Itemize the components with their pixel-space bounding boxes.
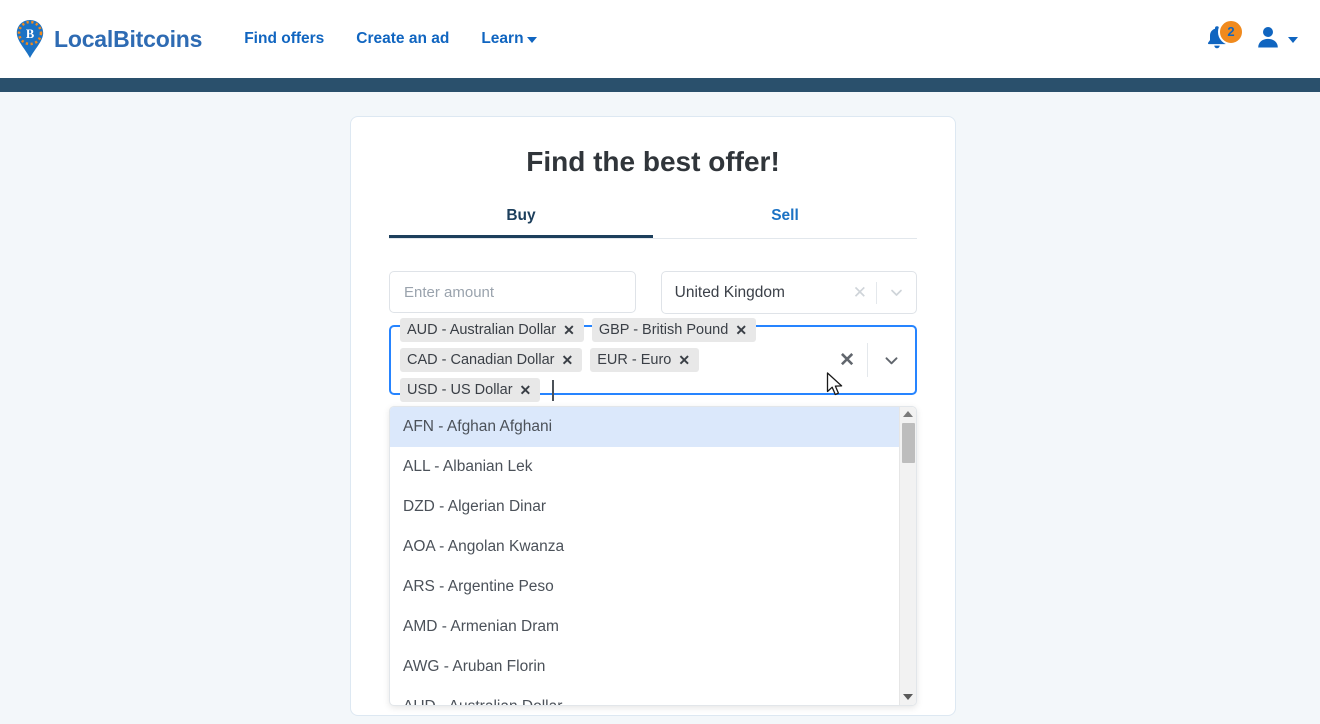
brand-name: LocalBitcoins xyxy=(54,25,203,52)
header-accent-bar xyxy=(0,78,1320,92)
tab-sell[interactable]: Sell xyxy=(653,207,917,238)
nav-link-find-offers[interactable]: Find offers xyxy=(244,30,324,48)
currency-tag-remove-icon[interactable]: ✕ xyxy=(728,323,754,337)
currency-option-list: AFN - Afghan Afghani ALL - Albanian Lek … xyxy=(390,407,899,705)
currency-option[interactable]: AFN - Afghan Afghani xyxy=(390,407,899,447)
currency-tag-label: AUD - Australian Dollar xyxy=(407,322,557,338)
currency-chevron-down-icon[interactable] xyxy=(868,351,915,370)
nav-link-learn[interactable]: Learn xyxy=(481,30,537,48)
currency-tag[interactable]: EUR - Euro ✕ xyxy=(590,348,700,372)
site-header: B LocalBitcoins Find offers Create an ad… xyxy=(0,0,1320,78)
currency-tag[interactable]: AUD - Australian Dollar ✕ xyxy=(400,318,584,342)
localbitcoins-pin-icon: B xyxy=(14,19,46,59)
country-select[interactable]: United Kingdom ✕ xyxy=(660,271,917,314)
amount-input[interactable] xyxy=(389,271,636,313)
currency-option[interactable]: AUD - Australian Dollar xyxy=(390,687,899,705)
triangle-down-icon[interactable] xyxy=(903,694,913,700)
nav-link-create-an-ad-label: Create an ad xyxy=(356,30,450,47)
currency-tag-label: GBP - British Pound xyxy=(598,322,729,338)
nav-link-learn-label: Learn xyxy=(481,30,524,47)
account-menu-button[interactable] xyxy=(1255,24,1298,55)
country-chevron-down-icon[interactable] xyxy=(877,284,916,301)
currency-option[interactable]: AMD - Armenian Dram xyxy=(390,607,899,647)
currency-option[interactable]: AOA - Angolan Kwanza xyxy=(390,527,899,567)
currency-option[interactable]: DZD - Algerian Dinar xyxy=(390,487,899,527)
main-nav: Find offers Create an ad Learn xyxy=(244,30,537,48)
country-clear-icon[interactable]: ✕ xyxy=(844,284,876,301)
currency-option[interactable]: ARS - Argentine Peso xyxy=(390,567,899,607)
chevron-down-icon xyxy=(526,37,537,43)
nav-link-create-an-ad[interactable]: Create an ad xyxy=(356,30,449,48)
mouse-pointer-icon xyxy=(826,372,845,403)
nav-link-find-offers-label: Find offers xyxy=(244,30,325,47)
currency-search-input[interactable] xyxy=(552,379,554,401)
scrollbar-thumb[interactable] xyxy=(902,423,915,463)
currency-tag-remove-icon[interactable]: ✕ xyxy=(556,323,582,337)
triangle-up-icon[interactable] xyxy=(903,411,913,417)
currency-tags-area[interactable]: AUD - Australian Dollar ✕ GBP - British … xyxy=(391,318,827,402)
user-icon xyxy=(1255,24,1281,55)
currency-tag[interactable]: CAD - Canadian Dollar ✕ xyxy=(400,348,583,372)
currency-tag-remove-icon[interactable]: ✕ xyxy=(513,383,539,397)
currency-tag-label: USD - US Dollar xyxy=(407,382,513,398)
buy-sell-tabs: Buy Sell xyxy=(389,207,917,239)
currency-tag-remove-icon[interactable]: ✕ xyxy=(554,353,580,367)
country-select-value: United Kingdom xyxy=(674,283,785,301)
currency-clear-all-icon[interactable]: ✕ xyxy=(827,351,867,370)
currency-tag-remove-icon[interactable]: ✕ xyxy=(671,353,697,367)
currency-option[interactable]: AWG - Aruban Florin xyxy=(390,647,899,687)
dropdown-scrollbar[interactable] xyxy=(899,407,916,705)
brand-logo[interactable]: B LocalBitcoins xyxy=(14,19,202,59)
page-title: Find the best offer! xyxy=(526,146,780,177)
search-form-row: United Kingdom ✕ xyxy=(389,271,917,314)
currency-tag[interactable]: GBP - British Pound ✕ xyxy=(591,318,757,342)
svg-text:B: B xyxy=(26,27,34,41)
currency-tag-label: EUR - Euro xyxy=(597,352,672,368)
currency-tag-label: CAD - Canadian Dollar xyxy=(407,352,555,368)
chevron-down-icon xyxy=(1288,37,1298,43)
tab-buy[interactable]: Buy xyxy=(389,207,653,238)
notification-count-badge: 2 xyxy=(1218,18,1244,45)
notifications-button[interactable]: 2 xyxy=(1205,18,1244,55)
currency-dropdown-menu[interactable]: AFN - Afghan Afghani ALL - Albanian Lek … xyxy=(389,406,917,706)
header-actions: 2 xyxy=(1205,18,1298,55)
currency-tag[interactable]: USD - US Dollar ✕ xyxy=(400,378,541,402)
currency-option[interactable]: ALL - Albanian Lek xyxy=(390,447,899,487)
